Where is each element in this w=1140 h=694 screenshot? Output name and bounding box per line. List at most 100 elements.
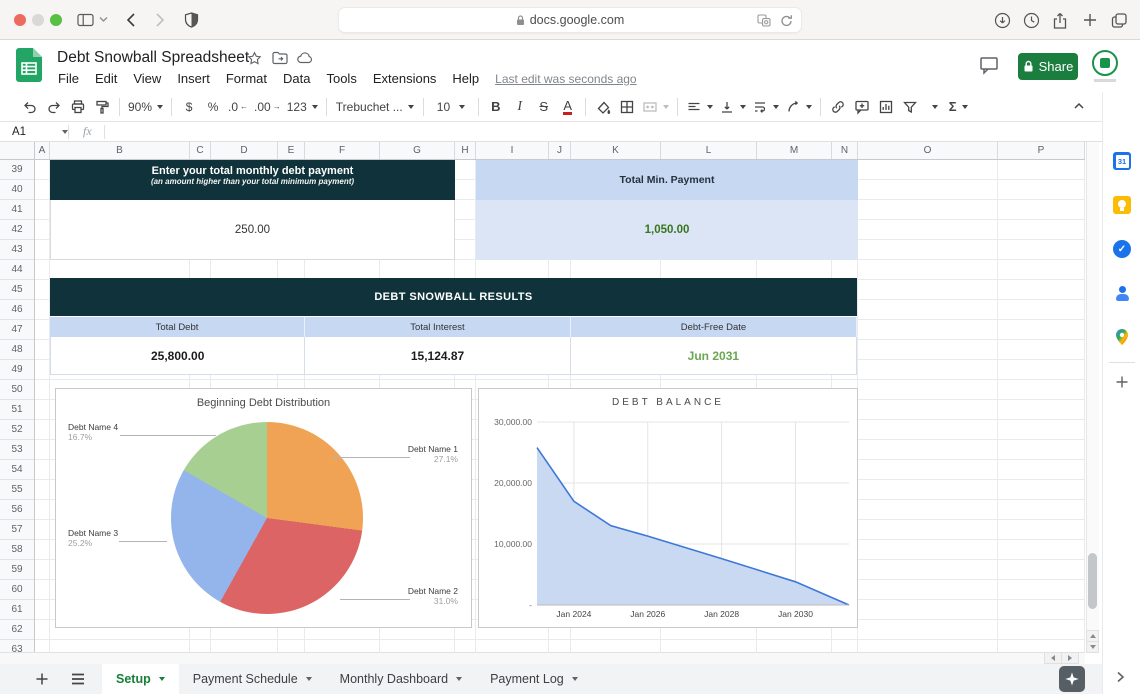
horizontal-scrollbar[interactable] bbox=[0, 652, 1085, 664]
menu-format[interactable]: Format bbox=[218, 70, 275, 90]
column-header-M[interactable]: M bbox=[757, 142, 832, 159]
column-header-F[interactable]: F bbox=[305, 142, 380, 159]
column-header-B[interactable]: B bbox=[50, 142, 190, 159]
zoom-select[interactable]: 90% bbox=[125, 95, 166, 119]
scroll-left-button[interactable] bbox=[1044, 652, 1062, 664]
sidebar-toggle-icon[interactable] bbox=[77, 12, 94, 28]
tab-payment-log[interactable]: Payment Log bbox=[476, 664, 592, 694]
cloud-status-icon[interactable] bbox=[297, 51, 314, 64]
row-header-47[interactable]: 47 bbox=[0, 320, 34, 340]
row-header-59[interactable]: 59 bbox=[0, 560, 34, 580]
row-header-55[interactable]: 55 bbox=[0, 480, 34, 500]
menu-tools[interactable]: Tools bbox=[318, 70, 364, 90]
font-select[interactable]: Trebuchet ... bbox=[332, 95, 418, 119]
column-header-L[interactable]: L bbox=[661, 142, 757, 159]
column-header-K[interactable]: K bbox=[571, 142, 661, 159]
comments-button[interactable] bbox=[978, 54, 1000, 76]
row-header-45[interactable]: 45 bbox=[0, 280, 34, 300]
number-format-button[interactable]: 123 bbox=[284, 95, 321, 119]
format-percent-button[interactable]: % bbox=[201, 95, 225, 119]
row-header-44[interactable]: 44 bbox=[0, 260, 34, 280]
filter-views-button[interactable] bbox=[922, 95, 946, 119]
row-header-49[interactable]: 49 bbox=[0, 360, 34, 380]
sidebar-chevron-icon[interactable] bbox=[99, 16, 108, 23]
paint-format-button[interactable] bbox=[90, 95, 114, 119]
history-button[interactable] bbox=[1023, 12, 1040, 29]
back-button[interactable] bbox=[125, 12, 137, 28]
italic-button[interactable]: I bbox=[508, 95, 532, 119]
borders-button[interactable] bbox=[615, 95, 639, 119]
functions-button[interactable]: Σ bbox=[946, 95, 971, 119]
undo-button[interactable] bbox=[18, 95, 42, 119]
all-sheets-button[interactable] bbox=[64, 665, 92, 693]
column-header-P[interactable]: P bbox=[998, 142, 1085, 159]
menu-extensions[interactable]: Extensions bbox=[365, 70, 445, 90]
row-header-51[interactable]: 51 bbox=[0, 400, 34, 420]
text-color-button[interactable]: A bbox=[556, 95, 580, 119]
column-header-E[interactable]: E bbox=[278, 142, 305, 159]
column-header-N[interactable]: N bbox=[832, 142, 858, 159]
keep-icon[interactable] bbox=[1113, 196, 1131, 214]
downloads-button[interactable] bbox=[994, 12, 1011, 29]
tab-monthly-dashboard[interactable]: Monthly Dashboard bbox=[326, 664, 476, 694]
get-addons-button[interactable] bbox=[1112, 372, 1132, 392]
format-currency-button[interactable]: $ bbox=[177, 95, 201, 119]
show-side-panel-button[interactable] bbox=[1111, 668, 1129, 686]
column-header-D[interactable]: D bbox=[211, 142, 278, 159]
column-header-G[interactable]: G bbox=[380, 142, 455, 159]
decrease-decimals-button[interactable]: .0 ← bbox=[225, 95, 251, 119]
strikethrough-button[interactable]: S bbox=[532, 95, 556, 119]
column-header-H[interactable]: H bbox=[455, 142, 476, 159]
text-wrap-button[interactable] bbox=[749, 95, 782, 119]
vertical-align-button[interactable] bbox=[716, 95, 749, 119]
maps-icon[interactable] bbox=[1113, 328, 1131, 346]
menu-view[interactable]: View bbox=[125, 70, 169, 90]
fill-color-button[interactable] bbox=[591, 95, 615, 119]
results-value-3[interactable]: Jun 2031 bbox=[571, 337, 856, 374]
star-icon[interactable] bbox=[247, 51, 262, 66]
row-header-40[interactable]: 40 bbox=[0, 180, 34, 200]
name-box[interactable]: A1 bbox=[0, 126, 68, 138]
row-header-52[interactable]: 52 bbox=[0, 420, 34, 440]
tasks-icon[interactable]: ✓ bbox=[1113, 240, 1131, 258]
horizontal-align-button[interactable] bbox=[683, 95, 716, 119]
insert-link-button[interactable] bbox=[826, 95, 850, 119]
increase-decimals-button[interactable]: .00 → bbox=[251, 95, 284, 119]
merge-cells-button[interactable] bbox=[639, 95, 672, 119]
document-title[interactable]: Debt Snowball Spreadsheet bbox=[57, 49, 249, 67]
results-header-2[interactable]: Total Interest bbox=[305, 317, 571, 337]
insert-chart-button[interactable] bbox=[874, 95, 898, 119]
account-avatar[interactable] bbox=[1092, 50, 1118, 76]
pie-chart[interactable]: Beginning Debt Distribution Debt Name 12… bbox=[55, 388, 472, 628]
filter-button[interactable] bbox=[898, 95, 922, 119]
row-header-58[interactable]: 58 bbox=[0, 540, 34, 560]
results-banner[interactable]: DEBT SNOWBALL RESULTS bbox=[50, 278, 857, 316]
row-header-56[interactable]: 56 bbox=[0, 500, 34, 520]
payment-value-cell[interactable]: 250.00 bbox=[50, 200, 455, 260]
insert-comment-button[interactable] bbox=[850, 95, 874, 119]
payment-input-header[interactable]: Enter your total monthly debt payment (a… bbox=[50, 160, 455, 200]
tab-payment-schedule[interactable]: Payment Schedule bbox=[179, 664, 326, 694]
add-sheet-button[interactable] bbox=[28, 665, 56, 693]
row-header-48[interactable]: 48 bbox=[0, 340, 34, 360]
results-header-3[interactable]: Debt-Free Date bbox=[571, 317, 857, 337]
bold-button[interactable]: B bbox=[484, 95, 508, 119]
row-header-46[interactable]: 46 bbox=[0, 300, 34, 320]
sheet-grid[interactable]: Enter your total monthly debt payment (a… bbox=[35, 160, 1085, 652]
scroll-down-button[interactable] bbox=[1086, 641, 1099, 653]
row-header-54[interactable]: 54 bbox=[0, 460, 34, 480]
print-button[interactable] bbox=[66, 95, 90, 119]
calendar-icon[interactable]: 31 bbox=[1113, 152, 1131, 170]
last-edit-link[interactable]: Last edit was seconds ago bbox=[495, 70, 636, 90]
scroll-right-button[interactable] bbox=[1061, 652, 1079, 664]
fullscreen-button[interactable] bbox=[50, 14, 62, 26]
select-all-corner[interactable] bbox=[0, 142, 35, 160]
row-header-53[interactable]: 53 bbox=[0, 440, 34, 460]
minimize-button[interactable] bbox=[32, 14, 44, 26]
tab-overview-button[interactable] bbox=[1110, 12, 1128, 29]
row-header-42[interactable]: 42 bbox=[0, 220, 34, 240]
explore-button[interactable] bbox=[1059, 666, 1085, 692]
vertical-scrollbar-thumb[interactable] bbox=[1088, 553, 1097, 609]
row-header-62[interactable]: 62 bbox=[0, 620, 34, 640]
column-header-J[interactable]: J bbox=[549, 142, 571, 159]
